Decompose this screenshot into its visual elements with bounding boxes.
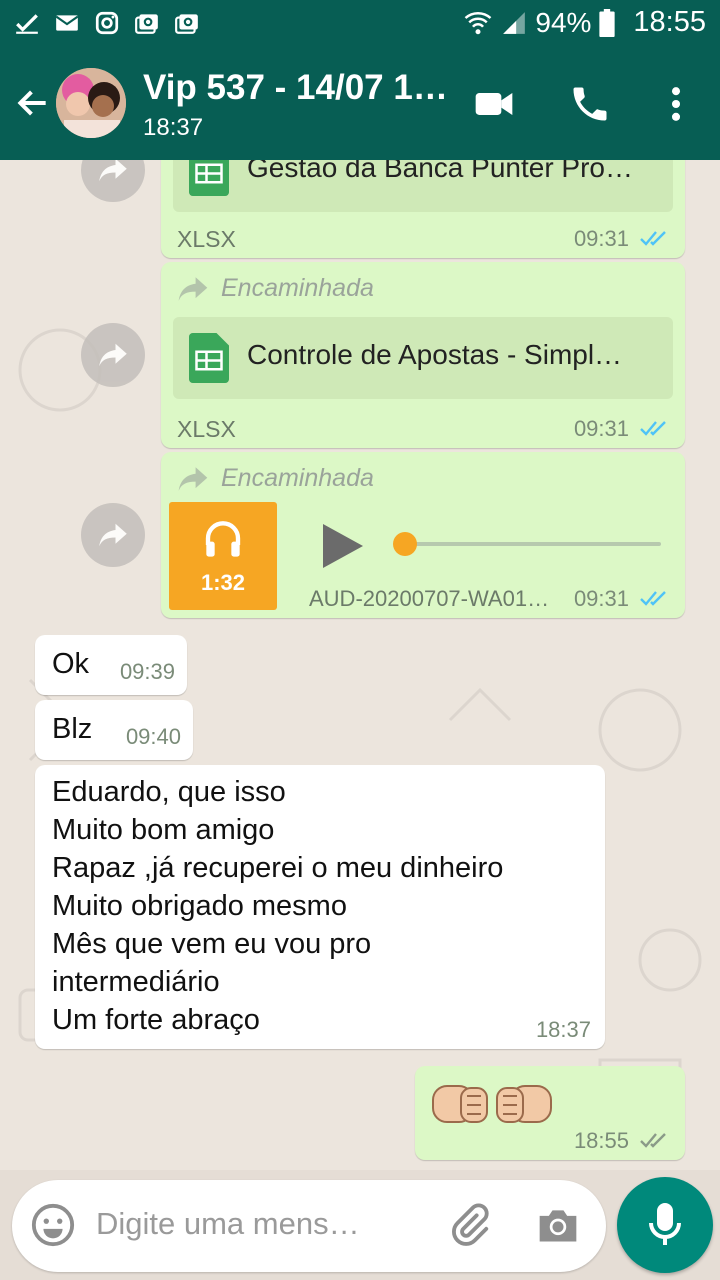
signal-icon bbox=[503, 11, 526, 34]
fist-left-icon bbox=[496, 1085, 552, 1123]
message-time: 18:37 bbox=[535, 1017, 591, 1042]
message-bubble[interactable]: 18:55 bbox=[415, 1066, 685, 1160]
forwarded-label: Encaminhada bbox=[177, 464, 374, 493]
read-ticks-icon bbox=[640, 231, 666, 246]
message-line: Muito obrigado mesmo bbox=[52, 890, 347, 922]
microphone-icon bbox=[649, 1203, 681, 1245]
read-ticks-icon bbox=[640, 591, 666, 606]
chat-title[interactable]: Vip 537 - 14/07 1… bbox=[143, 68, 453, 108]
message-bubble[interactable]: Eduardo, que isso Muito bom amigo Rapaz … bbox=[35, 765, 605, 1049]
battery-percentage: 94% bbox=[535, 6, 592, 38]
document-name: Controle de Apostas - Simpl… bbox=[247, 339, 623, 370]
notification-icons bbox=[14, 10, 200, 36]
message-text: Blz bbox=[52, 713, 93, 745]
message-time: 09:39 bbox=[119, 659, 175, 684]
message-time: 09:31 bbox=[573, 226, 629, 251]
fist-right-icon bbox=[432, 1085, 488, 1123]
audio-thumbnail: 1:32 bbox=[169, 502, 277, 610]
message-line: Um forte abraço bbox=[52, 1004, 260, 1036]
forwarded-icon bbox=[178, 466, 208, 491]
file-type: XLSX bbox=[177, 416, 236, 442]
voice-record-button[interactable] bbox=[617, 1177, 713, 1273]
headphones-icon bbox=[205, 521, 241, 557]
emoji-content bbox=[431, 1078, 553, 1128]
play-icon[interactable] bbox=[323, 524, 363, 568]
forward-button[interactable] bbox=[81, 503, 145, 567]
message-bubble[interactable]: Gestao da Banca Punter Pro… XLSX 09:31 bbox=[161, 160, 685, 258]
message-bubble[interactable]: Encaminhada Controle de Apostas - Simpl…… bbox=[161, 262, 685, 448]
message-input[interactable]: Digite uma mens… bbox=[96, 1206, 360, 1242]
message-composer: Digite uma mens… bbox=[12, 1180, 606, 1272]
forwarded-text: Encaminhada bbox=[221, 274, 374, 302]
phone-call-icon[interactable] bbox=[568, 82, 612, 126]
message-line: Mês que vem eu vou pro bbox=[52, 928, 372, 960]
status-right: 94% 18:55 bbox=[463, 6, 706, 39]
spreadsheet-icon bbox=[189, 333, 229, 383]
chat-header: Vip 537 - 14/07 1… 18:37 bbox=[0, 48, 720, 160]
message-line: intermediário bbox=[52, 966, 220, 998]
document-attachment[interactable]: Gestao da Banca Punter Pro… bbox=[173, 160, 673, 212]
wifi-icon bbox=[465, 11, 492, 34]
photo-icon bbox=[135, 14, 158, 34]
message-time: 18:55 bbox=[573, 1128, 629, 1153]
message-line: Muito bom amigo bbox=[52, 814, 275, 846]
message-line: Rapaz ,já recuperei o meu dinheiro bbox=[52, 852, 504, 884]
file-type: XLSX bbox=[177, 226, 236, 252]
message-time: 09:31 bbox=[573, 416, 629, 441]
audio-duration: 1:32 bbox=[200, 570, 246, 595]
chat-subtitle: 18:37 bbox=[143, 114, 204, 141]
document-attachment[interactable]: Controle de Apostas - Simpl… bbox=[173, 317, 673, 399]
mail-icon bbox=[55, 15, 79, 31]
more-options-icon[interactable] bbox=[654, 82, 698, 126]
status-bar: 94% 18:55 bbox=[0, 0, 720, 48]
instagram-icon bbox=[95, 11, 119, 35]
delivered-ticks-icon bbox=[640, 1133, 666, 1148]
forwarded-text: Encaminhada bbox=[221, 464, 374, 492]
message-text: Ok bbox=[52, 648, 90, 680]
audio-file-name: AUD-20200707-WA01… bbox=[309, 586, 550, 611]
message-time: 09:40 bbox=[125, 724, 181, 749]
camera-icon[interactable] bbox=[536, 1204, 580, 1246]
audio-progress-track[interactable] bbox=[405, 542, 661, 546]
battery-icon bbox=[599, 8, 616, 37]
read-ticks-icon bbox=[640, 421, 666, 436]
attach-icon[interactable] bbox=[446, 1202, 492, 1248]
message-bubble[interactable]: Blz 09:40 bbox=[35, 700, 193, 760]
photo-icon bbox=[175, 14, 198, 34]
audio-message-bubble[interactable]: Encaminhada 1:32 AUD-20200707-WA01… 09:3… bbox=[161, 452, 685, 618]
forward-button[interactable] bbox=[81, 323, 145, 387]
message-line: Eduardo, que isso bbox=[52, 776, 286, 808]
emoji-icon[interactable] bbox=[30, 1202, 76, 1248]
status-time: 18:55 bbox=[633, 6, 706, 38]
message-bubble[interactable]: Ok 09:39 bbox=[35, 635, 187, 695]
contact-avatar[interactable] bbox=[56, 68, 126, 138]
check-icon bbox=[16, 14, 38, 34]
spreadsheet-icon bbox=[189, 160, 229, 196]
message-time: 09:31 bbox=[573, 586, 629, 611]
back-arrow-icon[interactable] bbox=[14, 84, 52, 122]
audio-progress-knob[interactable] bbox=[393, 532, 417, 556]
video-call-icon[interactable] bbox=[472, 82, 516, 126]
document-name: Gestao da Banca Punter Pro… bbox=[247, 160, 633, 183]
message-list[interactable]: Gestao da Banca Punter Pro… XLSX 09:31 E… bbox=[0, 160, 720, 1170]
forwarded-icon bbox=[178, 276, 208, 301]
forwarded-label: Encaminhada bbox=[177, 274, 374, 303]
